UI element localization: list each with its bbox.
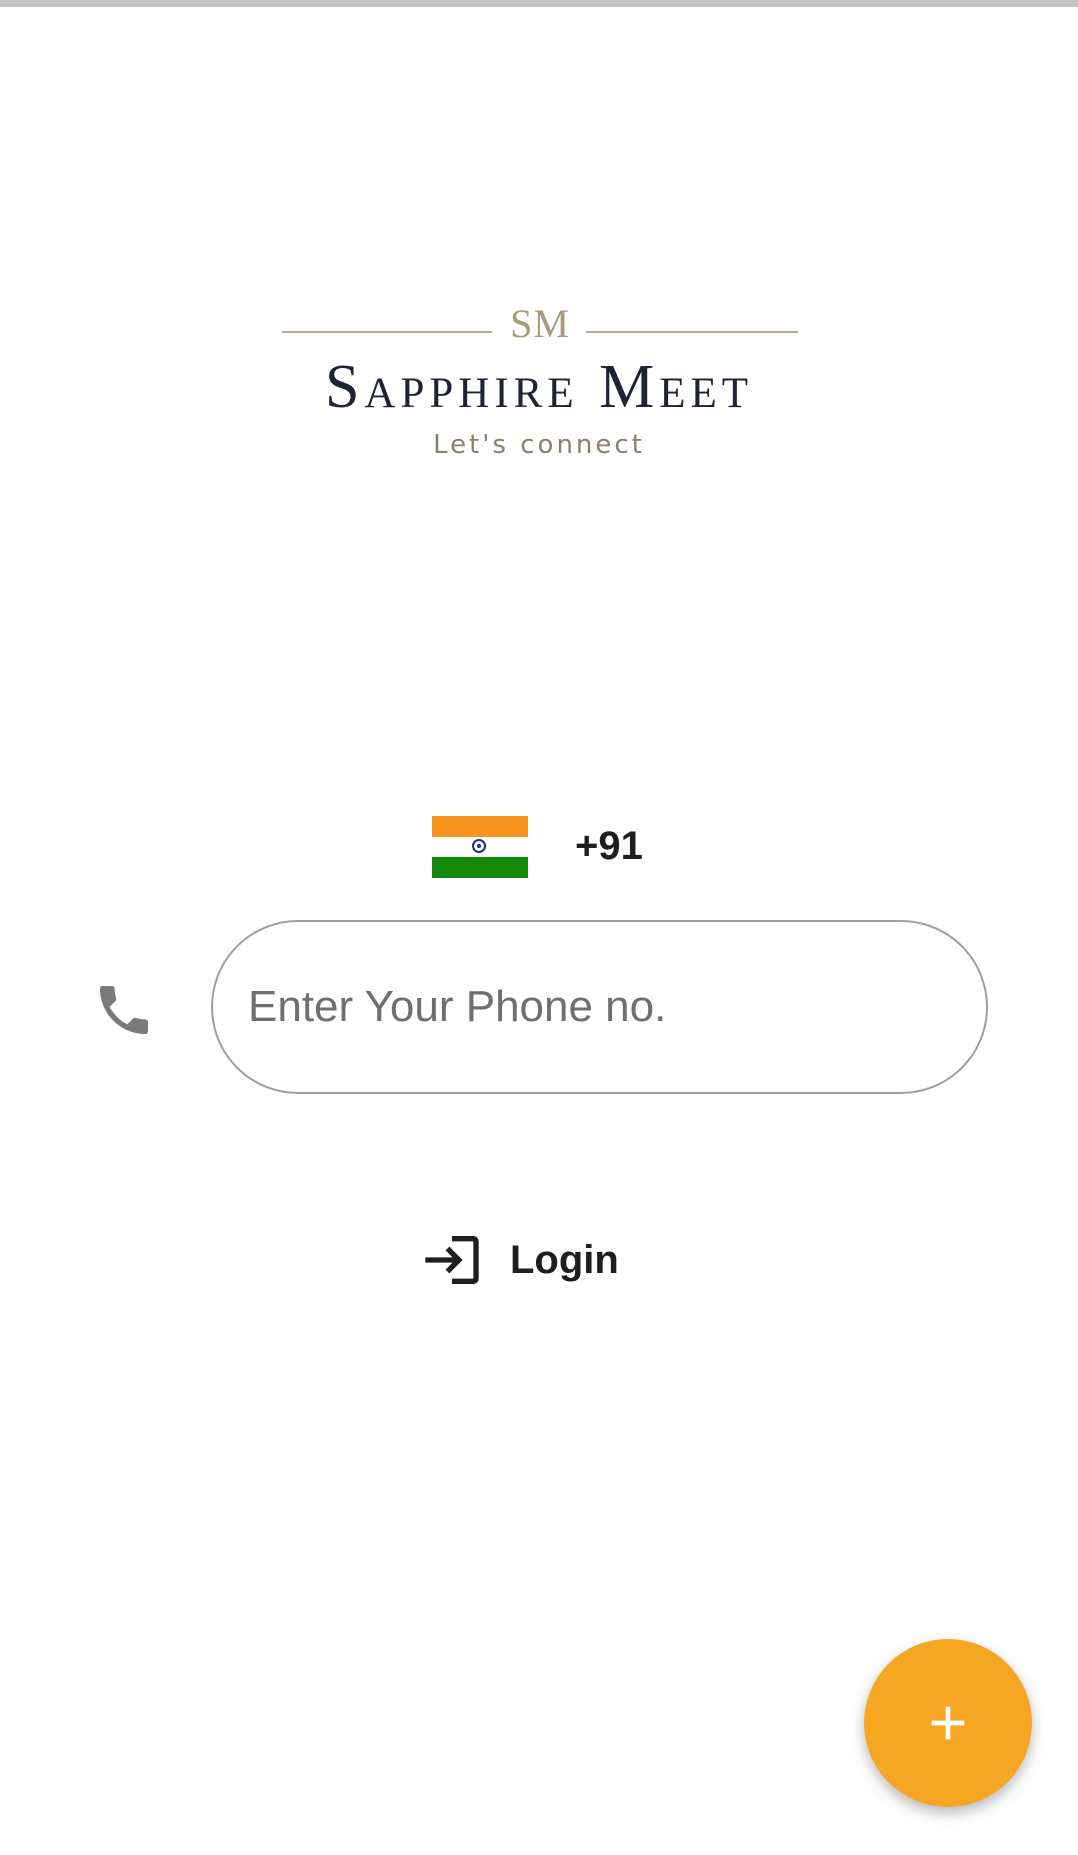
top-progress-bar: [0, 0, 1078, 7]
login-icon: [425, 1236, 479, 1284]
logo-monogram: SM: [510, 301, 570, 346]
phone-field[interactable]: [211, 920, 988, 1094]
login-label: Login: [510, 1237, 619, 1282]
india-flag-icon: [432, 816, 528, 878]
country-code-picker[interactable]: +91: [432, 816, 692, 878]
logo-tagline: Let's connect: [433, 430, 645, 460]
login-screen: SM Sapphire Meet Let's connect +91 Login: [0, 0, 1078, 1855]
phone-number-input[interactable]: [248, 922, 948, 1092]
add-fab-button[interactable]: [864, 1639, 1032, 1807]
login-button[interactable]: Login: [420, 1222, 660, 1298]
logo-monogram-row: SM: [282, 300, 798, 346]
logo-name: Sapphire Meet: [324, 353, 754, 421]
logo-divider-right: [586, 331, 798, 333]
dial-code: +91: [575, 824, 643, 868]
plus-icon: [931, 1706, 965, 1740]
app-logo: SM Sapphire Meet Let's connect: [0, 290, 1078, 470]
phone-icon: [92, 978, 156, 1042]
